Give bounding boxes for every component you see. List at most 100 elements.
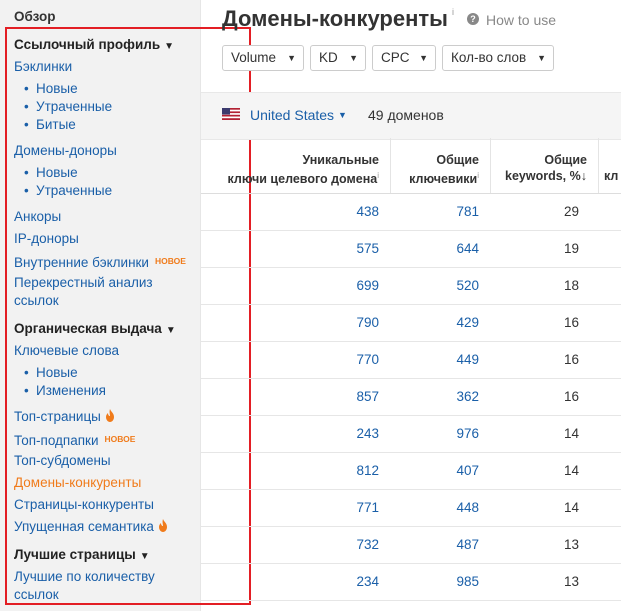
common-keywords-pct-cell: 29 bbox=[563, 204, 579, 219]
sidebar-item-label: Топ-страницы bbox=[14, 409, 101, 424]
new-badge: НОВОЕ bbox=[104, 434, 136, 444]
section-label: Органическая выдача bbox=[14, 321, 162, 336]
sidebar-item-top-pages[interactable]: Топ-страницы bbox=[14, 408, 115, 426]
common-keywords-cell[interactable]: 362 bbox=[419, 389, 479, 404]
common-keywords-cell[interactable]: 487 bbox=[419, 537, 479, 552]
common-keywords-pct-cell: 14 bbox=[563, 500, 579, 515]
sidebar-item-top-subdomains[interactable]: Топ-субдомены bbox=[14, 452, 111, 470]
column-divider bbox=[390, 138, 391, 194]
unique-keywords-cell[interactable]: 438 bbox=[319, 204, 379, 219]
common-keywords-cell[interactable]: 644 bbox=[419, 241, 479, 256]
sidebar-item-best-by-links[interactable]: Лучшие по количеству ссылок bbox=[14, 568, 155, 604]
unique-keywords-cell[interactable]: 732 bbox=[319, 537, 379, 552]
sidebar-item-label: ссылок bbox=[14, 293, 59, 308]
table-row: 699 520 18 bbox=[201, 268, 621, 305]
unique-keywords-cell[interactable]: 234 bbox=[319, 574, 379, 589]
sidebar-item-label: Перекрестный анализ bbox=[14, 275, 153, 290]
sidebar-item-backlinks-lost[interactable]: • Утраченные bbox=[24, 98, 112, 116]
common-keywords-cell[interactable]: 407 bbox=[419, 463, 479, 478]
sidebar-item-top-subfolders[interactable]: Топ-подпапки НОВОЕ bbox=[14, 430, 135, 450]
sidebar-item-label: Утраченные bbox=[36, 99, 113, 114]
unique-keywords-cell[interactable]: 770 bbox=[319, 352, 379, 367]
page-title: Домены-конкуренты bbox=[222, 6, 448, 31]
common-keywords-pct-cell: 18 bbox=[563, 278, 579, 293]
sidebar-item-ref-ips[interactable]: IP-доноры bbox=[14, 230, 79, 248]
sidebar-item-competing-domains[interactable]: Домены-конкуренты bbox=[14, 474, 141, 492]
sidebar-item-organic-keywords[interactable]: Ключевые слова bbox=[14, 342, 119, 360]
sidebar-section-best-pages[interactable]: Лучшие страницы ▼ bbox=[14, 546, 150, 566]
common-keywords-cell[interactable]: 976 bbox=[419, 426, 479, 441]
sidebar-item-internal-backlinks[interactable]: Внутренние бэклинки НОВОЕ bbox=[14, 252, 186, 272]
sidebar-item-label: Новые bbox=[36, 165, 78, 180]
sidebar-item-ref-domains-lost[interactable]: • Утраченные bbox=[24, 182, 112, 200]
common-keywords-pct-cell: 16 bbox=[563, 389, 579, 404]
unique-keywords-cell[interactable]: 857 bbox=[319, 389, 379, 404]
sidebar-item-label: Упущенная семантика bbox=[14, 519, 154, 534]
table-row: 857 362 16 bbox=[201, 379, 621, 416]
sidebar-item-label: Внутренние бэклинки bbox=[14, 255, 149, 270]
column-header-unique-keywords[interactable]: Уникальные ключи целевого доменаi bbox=[227, 152, 379, 187]
unique-keywords-cell[interactable]: 790 bbox=[319, 315, 379, 330]
unique-keywords-cell[interactable]: 243 bbox=[319, 426, 379, 441]
sort-desc-icon[interactable]: ↓ bbox=[581, 169, 587, 183]
column-header-partial[interactable]: кл bbox=[604, 168, 618, 184]
sidebar-item-competing-pages[interactable]: Страницы-конкуренты bbox=[14, 496, 154, 514]
how-to-use-link[interactable]: How to use bbox=[486, 12, 556, 28]
column-header-common-keywords-pct[interactable]: Общие keywords, %↓ bbox=[505, 152, 587, 184]
cpc-filter[interactable]: CPC ▼ bbox=[372, 45, 436, 71]
sidebar-item-ref-domains-new[interactable]: • Новые bbox=[24, 164, 78, 182]
info-icon[interactable]: i bbox=[477, 171, 479, 180]
header-line: ключи целевого домена bbox=[227, 172, 378, 187]
sidebar-item-label: Обзор bbox=[14, 9, 56, 24]
section-label: Лучшие страницы bbox=[14, 547, 136, 562]
sidebar-item-anchors[interactable]: Анкоры bbox=[14, 208, 61, 226]
sidebar-item-keywords-changes[interactable]: • Изменения bbox=[24, 382, 106, 400]
flame-icon bbox=[105, 409, 114, 422]
volume-filter[interactable]: Volume ▼ bbox=[222, 45, 304, 71]
caret-down-icon: ▼ bbox=[164, 41, 175, 52]
domain-count: 49 доменов bbox=[368, 107, 444, 123]
common-keywords-cell[interactable]: 449 bbox=[419, 352, 479, 367]
flame-icon bbox=[158, 519, 167, 532]
common-keywords-cell[interactable]: 985 bbox=[419, 574, 479, 589]
table-row: 812 407 14 bbox=[201, 453, 621, 490]
sidebar-section-backlink-profile[interactable]: Ссылочный профиль ▼ bbox=[14, 36, 174, 56]
word-count-filter[interactable]: Кол-во слов ▼ bbox=[442, 45, 554, 71]
header-line: Общие bbox=[544, 153, 587, 167]
sidebar-item-link-intersect[interactable]: Перекрестный анализ ссылок bbox=[14, 274, 153, 310]
sidebar-item-backlinks-new[interactable]: • Новые bbox=[24, 80, 78, 98]
common-keywords-cell[interactable]: 520 bbox=[419, 278, 479, 293]
unique-keywords-cell[interactable]: 699 bbox=[319, 278, 379, 293]
caret-down-icon: ▼ bbox=[287, 53, 296, 63]
sidebar-item-label: Топ-подпапки bbox=[14, 433, 99, 448]
unique-keywords-cell[interactable]: 812 bbox=[319, 463, 379, 478]
sidebar-item-backlinks[interactable]: Бэклинки bbox=[14, 58, 72, 76]
new-badge: НОВОЕ bbox=[154, 256, 186, 266]
table-row: 438 781 29 bbox=[201, 194, 621, 231]
common-keywords-cell[interactable]: 781 bbox=[419, 204, 479, 219]
sidebar-item-label: Новые bbox=[36, 81, 78, 96]
filter-label: CPC bbox=[381, 50, 410, 65]
sidebar-item-overview[interactable]: Обзор bbox=[14, 8, 56, 26]
country-selector[interactable]: United States bbox=[250, 107, 334, 123]
caret-down-icon[interactable]: ▼ bbox=[338, 110, 347, 120]
table-row: 770 449 16 bbox=[201, 342, 621, 379]
sidebar-item-content-gap[interactable]: Упущенная семантика bbox=[14, 518, 168, 536]
info-icon[interactable]: i bbox=[452, 7, 454, 17]
sidebar-item-keywords-new[interactable]: • Новые bbox=[24, 364, 78, 382]
caret-down-icon: ▼ bbox=[419, 53, 428, 63]
column-header-common-keywords[interactable]: Общие ключевикиi bbox=[409, 152, 479, 187]
kd-filter[interactable]: KD ▼ bbox=[310, 45, 366, 71]
sidebar-item-label: ссылок bbox=[14, 587, 59, 602]
bullet-icon: • bbox=[24, 365, 29, 380]
sidebar-item-label: Битые bbox=[36, 117, 76, 132]
info-icon[interactable]: i bbox=[377, 171, 379, 180]
help-icon[interactable]: ? bbox=[467, 13, 479, 25]
unique-keywords-cell[interactable]: 575 bbox=[319, 241, 379, 256]
sidebar-item-backlinks-broken[interactable]: • Битые bbox=[24, 116, 76, 134]
sidebar-section-organic-search[interactable]: Органическая выдача ▼ bbox=[14, 320, 176, 340]
common-keywords-cell[interactable]: 448 bbox=[419, 500, 479, 515]
sidebar-item-ref-domains[interactable]: Домены-доноры bbox=[14, 142, 117, 160]
common-keywords-cell[interactable]: 429 bbox=[419, 315, 479, 330]
unique-keywords-cell[interactable]: 771 bbox=[319, 500, 379, 515]
